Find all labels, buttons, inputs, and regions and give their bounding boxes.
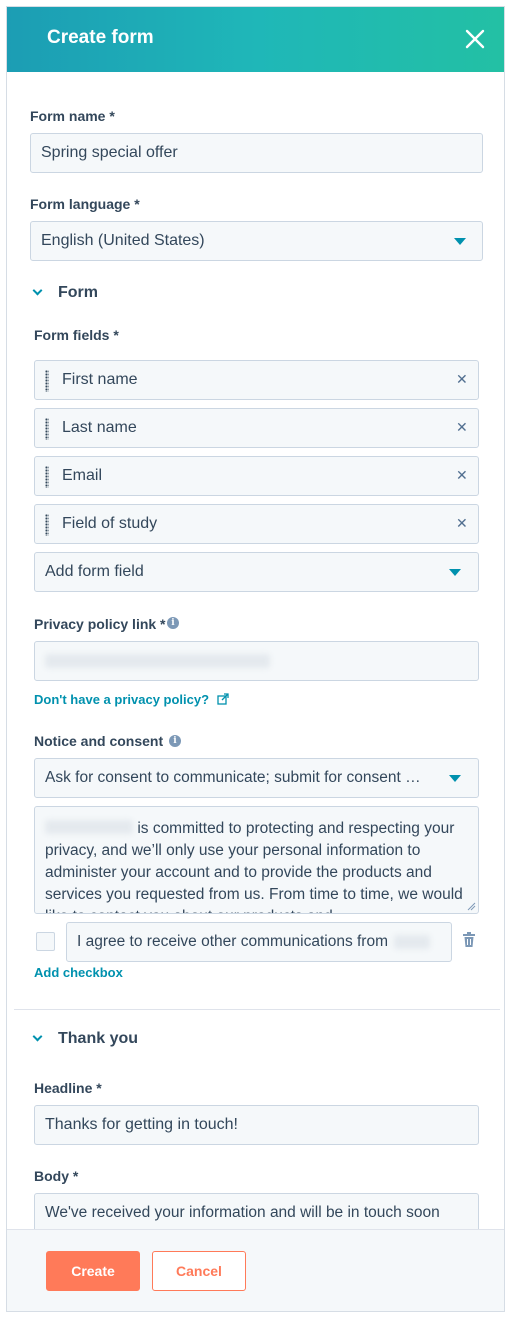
drag-handle-icon[interactable] [45,418,49,440]
thank-you-section-title[interactable]: Thank you [58,1030,138,1048]
headline-input[interactable]: Thanks for getting in touch! [34,1105,479,1145]
form-language-label: Form language * [30,196,140,212]
form-field-row[interactable]: Email ✕ [34,456,479,496]
form-section-title[interactable]: Form [58,284,98,302]
body-input[interactable]: We've received your information and will… [34,1193,479,1233]
create-form-panel: Create form Form name * Spring special o… [6,6,505,1312]
consent-text-content: is committed to protecting and respectin… [45,820,463,913]
caret-down-icon [454,238,466,245]
drag-handle-icon[interactable] [45,514,49,536]
form-language-select[interactable]: English (United States) [30,221,483,261]
form-name-label: Form name * [30,108,115,124]
drag-handle-icon[interactable] [45,370,49,392]
consent-text-area[interactable]: is committed to protecting and respectin… [34,806,479,914]
external-link-icon [216,693,229,705]
trash-icon[interactable] [462,932,476,948]
form-field-row[interactable]: Last name ✕ [34,408,479,448]
checkbox-text-input[interactable]: I agree to receive other communications … [66,922,452,962]
checkbox-text: I agree to receive other communications … [77,933,388,950]
body-label: Body * [34,1168,79,1184]
panel-title: Create form [47,27,154,48]
close-button[interactable] [459,23,491,55]
panel-footer: Create Cancel [7,1229,504,1311]
remove-field-icon[interactable]: ✕ [456,371,468,388]
chevron-down-icon[interactable] [32,1031,43,1042]
body-value: We've received your information and will… [45,1204,440,1221]
consent-type-value: Ask for consent to communicate; submit f… [45,769,421,786]
consent-checkbox[interactable] [36,932,55,951]
form-name-value: Spring special offer [41,144,178,161]
chevron-down-icon[interactable] [32,285,43,296]
privacy-policy-label: Privacy policy link * [34,616,166,632]
form-field-label: Last name [62,419,137,436]
add-checkbox-link[interactable]: Add checkbox [34,965,123,980]
form-field-label: Field of study [62,515,158,532]
form-field-row[interactable]: Field of study ✕ [34,504,479,544]
notice-consent-label: Notice and consent [34,733,164,749]
form-field-row[interactable]: First name ✕ [34,360,479,400]
info-icon[interactable]: i [169,735,181,747]
form-field-label: First name [62,371,138,388]
section-divider [14,1009,500,1010]
no-privacy-policy-link[interactable]: Don't have a privacy policy? [34,691,229,709]
add-form-field-label: Add form field [45,563,144,580]
redacted-url [45,654,270,668]
info-icon[interactable]: i [167,617,179,629]
privacy-policy-input[interactable] [34,641,479,681]
caret-down-icon [449,569,461,576]
consent-text: is committed to protecting and respectin… [45,818,477,913]
cancel-button[interactable]: Cancel [152,1251,246,1291]
headline-label: Headline * [34,1080,102,1096]
redacted-company [45,820,133,834]
resize-handle-icon[interactable] [466,901,476,911]
add-form-field-select[interactable]: Add form field [34,552,479,592]
consent-type-select[interactable]: Ask for consent to communicate; submit f… [34,758,479,798]
drag-handle-icon[interactable] [45,466,49,488]
close-icon [465,29,485,49]
remove-field-icon[interactable]: ✕ [456,515,468,532]
panel-header: Create form [7,7,504,72]
headline-value: Thanks for getting in touch! [45,1116,238,1133]
remove-field-icon[interactable]: ✕ [456,467,468,484]
form-fields-label: Form fields * [34,327,119,343]
no-privacy-policy-text: Don't have a privacy policy? [34,692,210,707]
form-name-input[interactable]: Spring special offer [30,133,483,173]
caret-down-icon [449,775,461,782]
create-button[interactable]: Create [46,1251,140,1291]
redacted-company [394,935,430,949]
remove-field-icon[interactable]: ✕ [456,419,468,436]
form-field-label: Email [62,467,103,484]
form-language-value: English (United States) [41,232,205,249]
